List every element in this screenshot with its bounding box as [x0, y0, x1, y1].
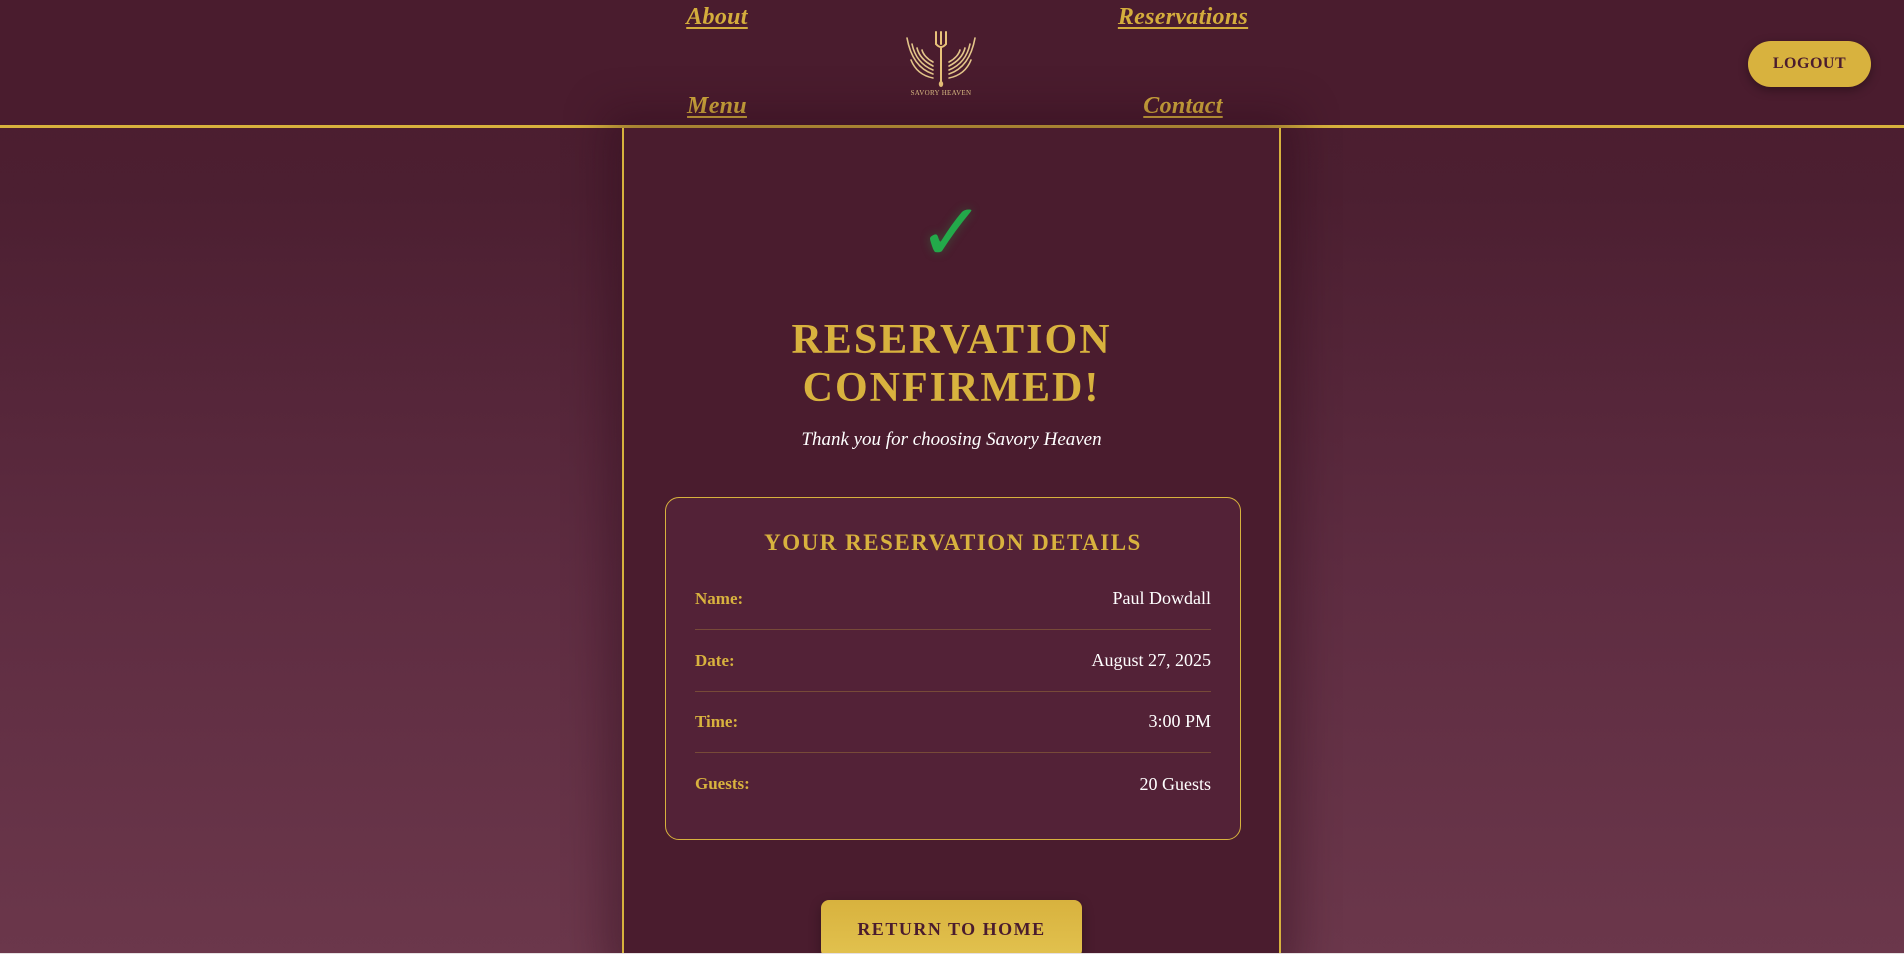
detail-row-time: Time: 3:00 PM [695, 691, 1211, 753]
checkmark-icon: ✓ [917, 186, 986, 279]
site-header: About Reservations Menu Contact SAVORY H… [0, 0, 1904, 128]
logout-button[interactable]: LOGOUT [1748, 41, 1871, 87]
nav-link-contact[interactable]: Contact [1143, 93, 1222, 120]
return-home-button[interactable]: RETURN TO HOME [821, 900, 1082, 954]
detail-label: Time: [695, 711, 739, 731]
site-logo[interactable]: SAVORY HEAVEN [903, 30, 979, 102]
detail-label: Guests: [695, 774, 750, 793]
detail-row-name: Name: Paul Dowdall [695, 568, 1211, 630]
detail-value: 3:00 PM [1148, 711, 1211, 731]
detail-label: Date: [695, 650, 735, 670]
thank-you-message: Thank you for choosing Savory Heaven [801, 429, 1102, 450]
reservation-details-panel: YOUR RESERVATION DETAILS Name: Paul Dowd… [665, 497, 1241, 840]
title-line-1: RESERVATION [791, 317, 1112, 363]
nav-link-reservations[interactable]: Reservations [1118, 4, 1248, 31]
logo-text: SAVORY HEAVEN [910, 89, 972, 97]
detail-value: 20 Guests [1139, 773, 1212, 794]
detail-row-guests: Guests: 20 Guests [695, 753, 1211, 815]
confirmation-card: ✓ RESERVATION CONFIRMED! Thank you for c… [622, 128, 1281, 954]
detail-value: Paul Dowdall [1112, 588, 1212, 608]
title-line-2: CONFIRMED! [802, 365, 1101, 411]
page-title: RESERVATION CONFIRMED! [624, 316, 1279, 412]
winged-fork-logo-icon [906, 31, 976, 87]
nav-link-menu[interactable]: Menu [687, 93, 747, 120]
details-heading: YOUR RESERVATION DETAILS [764, 530, 1142, 555]
detail-row-date: Date: August 27, 2025 [695, 630, 1211, 692]
detail-label: Name: [695, 588, 744, 608]
detail-value: August 27, 2025 [1091, 650, 1211, 670]
nav-link-about[interactable]: About [686, 4, 748, 31]
